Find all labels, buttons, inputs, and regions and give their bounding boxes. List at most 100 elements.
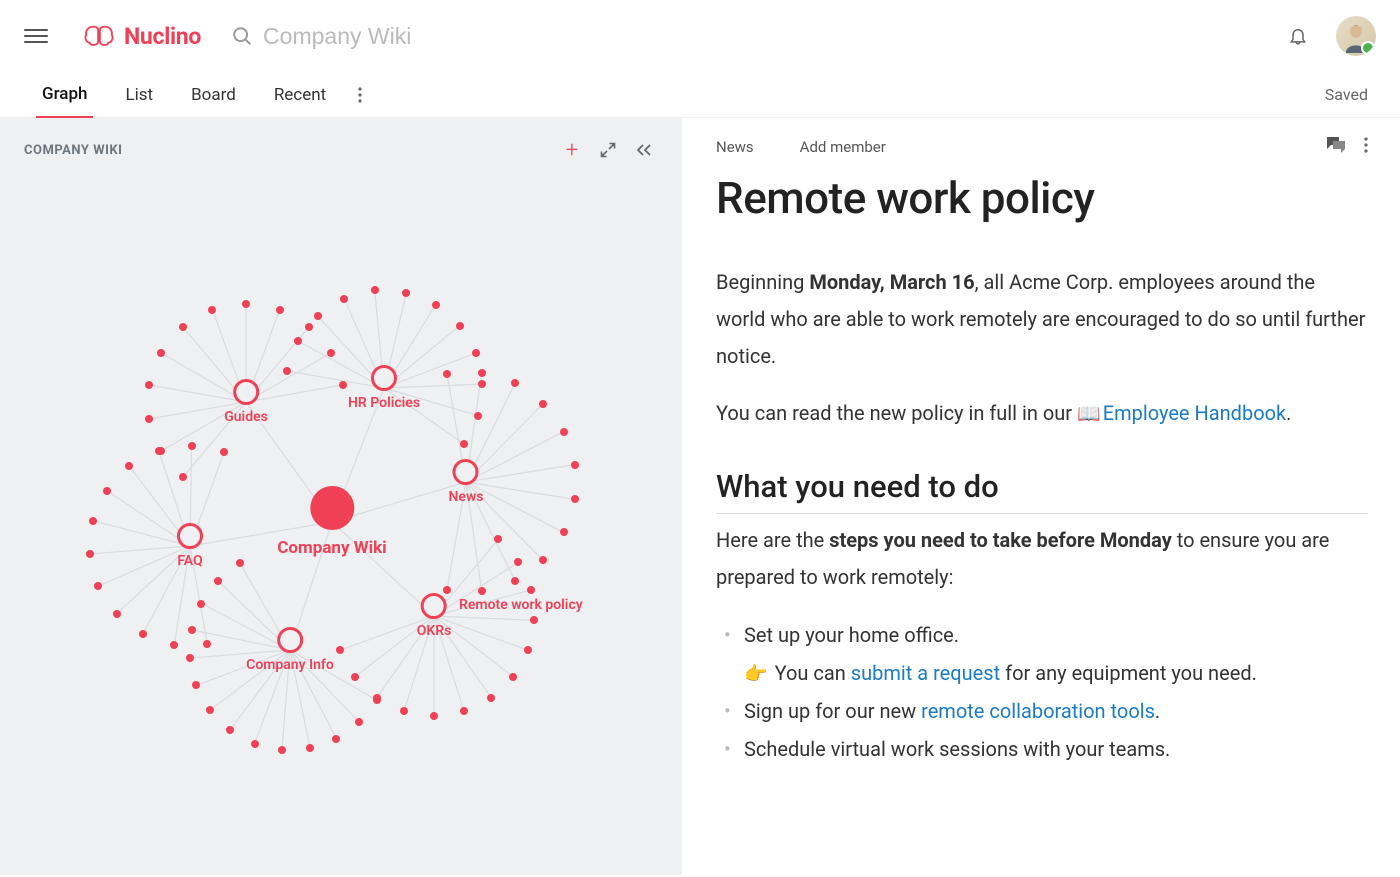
graph-leaf[interactable] [278,746,286,754]
graph-leaf[interactable] [145,415,153,423]
graph-leaf[interactable] [332,735,340,743]
graph-leaf[interactable] [145,381,153,389]
graph-leaf[interactable] [571,461,579,469]
tab-recent[interactable]: Recent [268,72,332,118]
graph-leaf[interactable] [400,707,408,715]
collapse-icon[interactable] [630,136,658,164]
breadcrumb-item[interactable]: Add member [800,138,886,156]
graph-leaf[interactable] [539,400,547,408]
graph-leaf[interactable] [236,559,244,567]
submit-request-link[interactable]: submit a request [851,661,1000,685]
graph-node-guides[interactable]: Guides [224,379,268,425]
graph-leaf[interactable] [494,535,502,543]
graph-node-okrs[interactable]: OKRs [417,593,452,639]
graph-leaf[interactable] [125,462,133,470]
graph-leaf[interactable] [314,312,322,320]
graph-leaf[interactable] [86,550,94,558]
graph-leaf[interactable] [530,616,538,624]
graph-leaf-label[interactable]: Remote work policy [459,593,583,613]
graph-leaf[interactable] [571,495,579,503]
graph-leaf[interactable] [188,442,196,450]
graph-leaf[interactable] [373,696,381,704]
graph-leaf[interactable] [527,586,535,594]
graph-node-cinfo[interactable]: Company Info [246,627,334,673]
add-item-button[interactable]: + [558,136,586,164]
search-input[interactable] [263,23,1288,50]
graph-leaf[interactable] [206,706,214,714]
graph-leaf[interactable] [351,673,359,681]
graph-node-hr[interactable]: HR Policies [348,365,420,411]
graph-leaf[interactable] [472,349,480,357]
menu-button[interactable] [24,24,48,48]
graph-leaf[interactable] [402,289,410,297]
graph-leaf[interactable] [487,694,495,702]
graph-leaf[interactable] [524,646,532,654]
graph-leaf[interactable] [197,600,205,608]
graph-leaf[interactable] [188,626,196,634]
graph-leaf[interactable] [371,286,379,294]
graph-leaf[interactable] [170,641,178,649]
graph-leaf[interactable] [294,337,302,345]
graph-node-news[interactable]: News [449,459,484,505]
graph-canvas[interactable]: Remote work policy Company Wiki Guides HR P… [0,174,682,877]
avatar[interactable] [1336,16,1376,56]
graph-leaf[interactable] [192,681,200,689]
graph-leaf[interactable] [539,556,547,564]
graph-leaf[interactable] [327,349,335,357]
graph-leaf[interactable] [89,517,97,525]
graph-leaf[interactable] [214,577,222,585]
graph-leaf[interactable] [474,412,482,420]
tab-board[interactable]: Board [185,72,242,118]
graph-leaf[interactable] [155,447,163,455]
graph-leaf[interactable] [226,726,234,734]
graph-leaf[interactable] [336,646,344,654]
graph-leaf[interactable] [179,323,187,331]
graph-node-center[interactable]: Company Wiki [277,486,386,558]
tabs-more-icon[interactable] [358,87,362,103]
graph-leaf[interactable] [560,428,568,436]
collab-tools-link[interactable]: remote collaboration tools [921,699,1155,723]
graph-leaf[interactable] [306,744,314,752]
graph-leaf[interactable] [560,528,568,536]
doc-more-icon[interactable] [1364,137,1368,157]
graph-leaf[interactable] [340,295,348,303]
graph-leaf[interactable] [203,640,211,648]
graph-leaf[interactable] [305,323,313,331]
graph-leaf[interactable] [514,558,522,566]
graph-leaf[interactable] [339,381,347,389]
graph-leaf[interactable] [186,654,194,662]
graph-leaf[interactable] [242,300,250,308]
graph-leaf[interactable] [443,370,451,378]
tab-list[interactable]: List [119,72,159,118]
graph-leaf[interactable] [432,301,440,309]
graph-leaf[interactable] [139,630,147,638]
graph-leaf[interactable] [103,487,111,495]
graph-leaf[interactable] [511,379,519,387]
graph-leaf[interactable] [208,306,216,314]
graph-leaf[interactable] [460,707,468,715]
graph-node-faq[interactable]: FAQ [177,523,203,569]
graph-leaf[interactable] [430,712,438,720]
tab-graph[interactable]: Graph [36,72,93,118]
comments-icon[interactable] [1326,136,1346,158]
bell-icon[interactable] [1288,25,1308,47]
graph-leaf[interactable] [113,610,121,618]
graph-leaf[interactable] [460,440,468,448]
logo[interactable]: Nuclino [82,23,201,50]
graph-leaf[interactable] [251,740,259,748]
graph-leaf[interactable] [478,380,486,388]
graph-leaf[interactable] [283,367,291,375]
graph-leaf[interactable] [220,448,228,456]
graph-leaf[interactable] [276,306,284,314]
graph-leaf[interactable] [179,473,187,481]
graph-leaf[interactable] [511,577,519,585]
graph-leaf[interactable] [509,673,517,681]
graph-leaf[interactable] [478,369,486,377]
graph-leaf[interactable] [478,587,486,595]
expand-icon[interactable] [594,136,622,164]
graph-leaf[interactable] [157,349,165,357]
graph-leaf[interactable] [94,582,102,590]
breadcrumb-item[interactable]: News [716,138,754,156]
graph-leaf[interactable] [456,322,464,330]
graph-leaf[interactable] [355,718,363,726]
